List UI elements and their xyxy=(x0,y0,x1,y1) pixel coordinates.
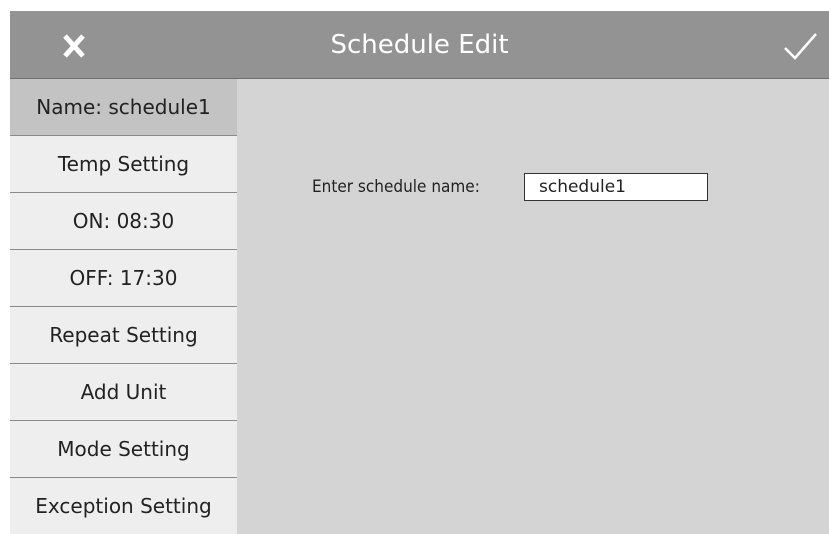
sidebar-item-exception-setting[interactable]: Exception Setting xyxy=(10,478,237,534)
sidebar-item-add-unit[interactable]: Add Unit xyxy=(10,364,237,421)
sidebar-item-temp-setting[interactable]: Temp Setting xyxy=(10,136,237,193)
confirm-button[interactable] xyxy=(781,29,821,63)
sidebar: Name: schedule1 Temp Setting ON: 08:30 O… xyxy=(10,79,237,534)
schedule-name-label: Enter schedule name: xyxy=(312,177,480,197)
close-icon xyxy=(63,34,85,58)
header-bar: Schedule Edit xyxy=(10,11,829,79)
schedule-edit-screen: Schedule Edit Name: schedule1 Temp Setti… xyxy=(10,11,829,534)
sidebar-item-repeat-setting[interactable]: Repeat Setting xyxy=(10,307,237,364)
schedule-name-input[interactable] xyxy=(524,173,708,201)
sidebar-item-on-time[interactable]: ON: 08:30 xyxy=(10,193,237,250)
sidebar-item-off-time[interactable]: OFF: 17:30 xyxy=(10,250,237,307)
checkmark-icon xyxy=(784,33,817,60)
page-title: Schedule Edit xyxy=(330,30,509,60)
sidebar-item-name[interactable]: Name: schedule1 xyxy=(10,79,237,136)
close-button[interactable] xyxy=(55,29,95,65)
sidebar-item-mode-setting[interactable]: Mode Setting xyxy=(10,421,237,478)
